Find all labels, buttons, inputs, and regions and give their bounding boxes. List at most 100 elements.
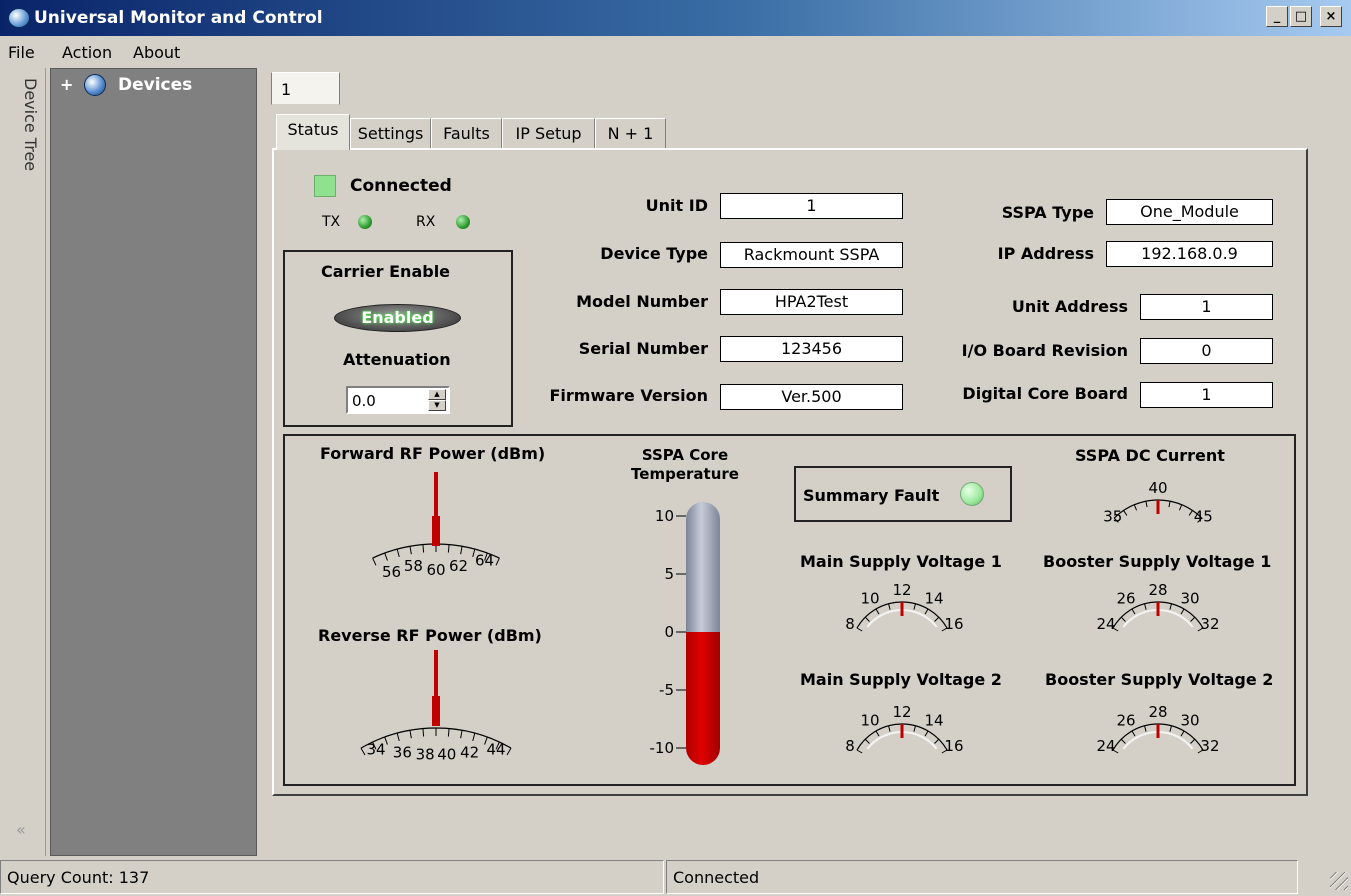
attenuation-stepper[interactable]: 0.0 ▲ ▼ [346, 386, 450, 414]
gauge-tick-label: 45 [1194, 508, 1213, 526]
gauge-tick [1123, 510, 1128, 516]
gauge-tick [888, 603, 891, 610]
sspa-type-field: One_Module [1106, 199, 1273, 225]
gauge-tick [506, 747, 512, 756]
gauge-tick-label: 12 [892, 703, 911, 721]
unit-id-label: Unit ID [645, 196, 708, 215]
gauge-tick-label: 16 [944, 615, 963, 633]
attenuation-label: Attenuation [343, 350, 451, 369]
gauge-tick [1131, 608, 1136, 615]
collapse-icon[interactable]: « [16, 820, 26, 839]
gauge-tick [875, 730, 880, 737]
ip-address-label: IP Address [997, 244, 1094, 263]
unit-tab-label: 1 [281, 80, 292, 99]
gauge-tick [924, 730, 929, 737]
summary-fault-led [960, 482, 984, 506]
firmware-version-label: Firmware Version [549, 386, 708, 405]
carrier-enable-button[interactable]: Enabled [334, 304, 461, 332]
carrier-enable-title: Carrier Enable [321, 262, 451, 281]
gauge-tick [447, 728, 450, 737]
gauge-tick-label: 26 [1116, 712, 1135, 730]
gauge-tick-label: 14 [924, 712, 943, 730]
device-tree-tab[interactable]: Device Tree [21, 78, 40, 171]
gauge-tick-label: 24 [1096, 615, 1115, 633]
gauge-needle-head [432, 516, 440, 546]
gauge-tick [422, 544, 425, 553]
connection-status: Connected [666, 860, 1298, 894]
gauge-tick-label: 8 [845, 737, 855, 755]
minimize-button[interactable]: _ [1266, 6, 1288, 27]
gauge-tick-label: 44 [486, 740, 505, 758]
gauge-tick [460, 546, 463, 555]
gauge-tick [495, 557, 500, 566]
serial-number-label: Serial Number [578, 339, 708, 358]
io-board-revision-field: 0 [1140, 338, 1273, 364]
query-count: Query Count: 137 [0, 860, 664, 894]
tree-item-devices[interactable]: Devices [118, 75, 192, 95]
gauge-tick [1190, 616, 1196, 622]
gauge-tick [864, 738, 870, 744]
gauge-tick [422, 728, 425, 737]
booster-v1-gauge: 2426 28 3032 [1096, 581, 1219, 633]
connected-indicator [314, 175, 336, 197]
gauge-tick [1180, 608, 1185, 615]
spin-down-icon[interactable]: ▼ [428, 400, 446, 411]
attenuation-value: 0.0 [352, 392, 376, 410]
serial-number-field: 123456 [720, 336, 903, 362]
thermometer-tick-label: -5 [659, 681, 674, 699]
carrier-enable-button-label: Enabled [361, 308, 434, 327]
spin-up-icon[interactable]: ▲ [428, 389, 446, 400]
tab-n-plus-1[interactable]: N + 1 [595, 118, 666, 150]
tab-status[interactable]: Status [276, 114, 350, 150]
menu-bar [0, 36, 1351, 67]
gauge-tick [888, 725, 891, 732]
unit-address-field: 1 [1140, 294, 1273, 320]
gauge-tick [472, 732, 476, 741]
resize-grip-icon[interactable] [1330, 872, 1348, 890]
menu-action[interactable]: Action [62, 43, 112, 62]
device-tree-panel [50, 68, 257, 856]
gauge-tick-label: 64 [475, 552, 494, 570]
tx-label: TX [322, 214, 341, 230]
close-button[interactable]: × [1320, 6, 1342, 27]
menu-file[interactable]: File [8, 43, 35, 62]
thermometer-tick-label: -10 [650, 739, 675, 757]
gauge-tick [1144, 603, 1147, 610]
gauge-tick [1169, 603, 1172, 610]
gauge-tick-label: 38 [416, 745, 435, 763]
menu-about[interactable]: About [133, 43, 180, 62]
gauge-tick-label: 24 [1096, 737, 1115, 755]
ip-address-field: 192.168.0.9 [1106, 241, 1273, 267]
forward-power-title: Forward RF Power (dBm) [320, 444, 546, 463]
device-type-label: Device Type [600, 244, 708, 263]
tree-expand-icon[interactable]: + [60, 75, 73, 94]
dc-current-title: SSPA DC Current [1075, 446, 1225, 465]
tab-settings[interactable]: Settings [350, 118, 431, 150]
gauge-tick-label: 30 [1180, 712, 1199, 730]
maximize-button[interactable]: □ [1290, 6, 1312, 27]
io-board-revision-label: I/O Board Revision [961, 341, 1128, 360]
tab-ip-setup[interactable]: IP Setup [502, 118, 595, 150]
gauge-tick-label: 40 [1148, 479, 1167, 497]
temperature-title-1: SSPA Core [641, 446, 729, 464]
main-v2-title: Main Supply Voltage 2 [800, 670, 1002, 689]
gauge-tick [384, 552, 388, 561]
tab-faults[interactable]: Faults [431, 118, 502, 150]
gauge-tick [913, 725, 916, 732]
main-v1-title: Main Supply Voltage 1 [800, 552, 1002, 571]
gauge-tick [1120, 738, 1126, 744]
gauge-tick [1145, 501, 1148, 508]
gauge-tick-label: 16 [944, 737, 963, 755]
gauge-tick [934, 738, 940, 744]
gauge-tick [1144, 725, 1147, 732]
gauge-tick [934, 616, 940, 622]
globe-icon [8, 8, 30, 28]
gauge-tick-label: 40 [437, 745, 456, 763]
gauge-needle-head [432, 696, 440, 726]
gauge-tick-label: 28 [1148, 703, 1167, 721]
gauge-tick-label: 62 [449, 557, 468, 575]
main-v2-gauge: 8 10 12 1416 [845, 703, 963, 755]
gauge-tick-label: 12 [892, 581, 911, 599]
digital-core-board-field: 1 [1140, 382, 1273, 408]
booster-v1-title: Booster Supply Voltage 1 [1043, 552, 1272, 571]
